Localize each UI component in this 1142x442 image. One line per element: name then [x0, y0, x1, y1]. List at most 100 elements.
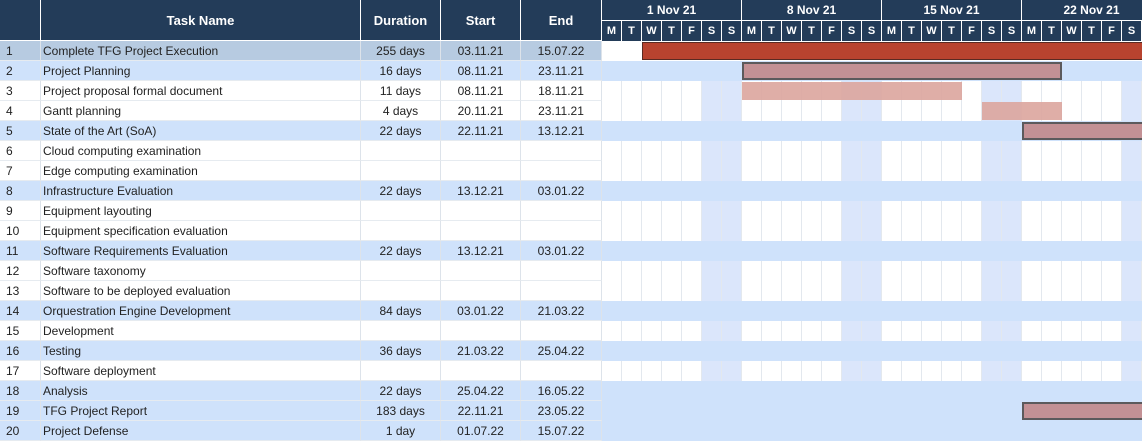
- day-letter: F: [682, 20, 702, 41]
- gantt-row: [602, 281, 1142, 301]
- table-row[interactable]: 17 Software deployment: [0, 361, 602, 381]
- gantt-day-cell: [802, 201, 822, 221]
- row-number: 11: [0, 241, 41, 261]
- task-name: Development: [41, 321, 361, 341]
- gantt-day-cell: [1022, 201, 1042, 221]
- task-duration: [361, 201, 441, 221]
- task-bar[interactable]: [742, 82, 962, 100]
- gantt-row: [602, 261, 1142, 281]
- task-start: 03.11.21: [441, 41, 521, 61]
- row-number: 12: [0, 261, 41, 281]
- end-header[interactable]: End: [521, 0, 602, 40]
- gantt-day-cell: [662, 161, 682, 181]
- gantt-day-cell: [622, 321, 642, 341]
- gantt-day-cell: [822, 201, 842, 221]
- table-row[interactable]: 14 Orquestration Engine Development 84 day…: [0, 301, 602, 321]
- task-start: [441, 201, 521, 221]
- gantt-day-cell: [602, 361, 622, 381]
- gantt-day-cell: [882, 321, 902, 341]
- gantt-day-cell: [922, 321, 942, 341]
- gantt-day-cell: [682, 361, 702, 381]
- gantt-day-cell: [1062, 201, 1082, 221]
- task-name: Software deployment: [41, 361, 361, 381]
- table-row[interactable]: 15 Development: [0, 321, 602, 341]
- task-duration: [361, 221, 441, 241]
- row-number: 7: [0, 161, 41, 181]
- table-row[interactable]: 20 Project Defense 1 day 01.07.22 15.07.22: [0, 421, 602, 441]
- row-number: 9: [0, 201, 41, 221]
- table-row[interactable]: 4 Gantt planning 4 days 20.11.21 23.11.21: [0, 101, 602, 121]
- gantt-day-cell: [882, 221, 902, 241]
- task-name: Software to be deployed evaluation: [41, 281, 361, 301]
- task-bar[interactable]: [1022, 402, 1142, 420]
- start-header[interactable]: Start: [441, 0, 521, 40]
- table-row[interactable]: 10 Equipment specification evaluation: [0, 221, 602, 241]
- table-row[interactable]: 1 Complete TFG Project Execution 255 days 0…: [0, 41, 602, 61]
- task-bar[interactable]: [742, 62, 1062, 80]
- gantt-day-cell: [942, 201, 962, 221]
- gantt-day-cell: [842, 101, 862, 121]
- task-name-header[interactable]: Task Name: [41, 0, 361, 40]
- task-duration: [361, 361, 441, 381]
- table-row[interactable]: 16 Testing 36 days 21.03.22 25.04.22: [0, 341, 602, 361]
- task-bar[interactable]: [982, 102, 1062, 120]
- task-duration: 22 days: [361, 381, 441, 401]
- table-row[interactable]: 9 Equipment layouting: [0, 201, 602, 221]
- gantt-row: [602, 181, 1142, 201]
- task-end: 18.11.21: [521, 81, 602, 101]
- gantt-day-cell: [1102, 141, 1122, 161]
- gantt-day-cell: [762, 161, 782, 181]
- table-row[interactable]: 7 Edge computing examination: [0, 161, 602, 181]
- gantt-day-cell: [1082, 321, 1102, 341]
- gantt-day-cell: [602, 161, 622, 181]
- task-end: 23.11.21: [521, 101, 602, 121]
- task-name: Equipment layouting: [41, 201, 361, 221]
- gantt-day-cell: [602, 281, 622, 301]
- gantt-day-cell: [882, 101, 902, 121]
- gantt-day-cell: [902, 281, 922, 301]
- task-bar[interactable]: [1022, 122, 1142, 140]
- table-row[interactable]: 6 Cloud computing examination: [0, 141, 602, 161]
- day-letter: T: [662, 20, 682, 41]
- week-header: 1 Nov 21: [602, 0, 742, 20]
- table-row[interactable]: 13 Software to be deployed evaluation: [0, 281, 602, 301]
- gantt-day-cell: [842, 361, 862, 381]
- gantt-day-cell: [662, 281, 682, 301]
- table-row[interactable]: 2 Project Planning 16 days 08.11.21 23.11.21: [0, 61, 602, 81]
- gantt-day-cell: [902, 161, 922, 181]
- table-row[interactable]: 19 TFG Project Report 183 days 22.11.21 23.0…: [0, 401, 602, 421]
- gantt-day-cell: [682, 281, 702, 301]
- gantt-day-cell: [762, 221, 782, 241]
- table-row[interactable]: 3 Project proposal formal document 11 days…: [0, 81, 602, 101]
- gantt-day-cell: [942, 281, 962, 301]
- table-row[interactable]: 8 Infrastructure Evaluation 22 days 13.12.2…: [0, 181, 602, 201]
- task-bar[interactable]: [642, 42, 1142, 60]
- duration-header[interactable]: Duration: [361, 0, 441, 40]
- task-end: [521, 201, 602, 221]
- gantt-day-cell: [1122, 261, 1142, 281]
- task-end: [521, 261, 602, 281]
- gantt-day-cell: [1062, 261, 1082, 281]
- table-row[interactable]: 18 Analysis 22 days 25.04.22 16.05.22: [0, 381, 602, 401]
- gantt-day-cell: [742, 141, 762, 161]
- table-row[interactable]: 11 Software Requirements Evaluation 22 day…: [0, 241, 602, 261]
- task-start: 22.11.21: [441, 401, 521, 421]
- gantt-day-cell: [1022, 261, 1042, 281]
- table-row[interactable]: 5 State of the Art (SoA) 22 days 22.11.21 13…: [0, 121, 602, 141]
- gantt-day-cell: [782, 101, 802, 121]
- table-row[interactable]: 12 Software taxonomy: [0, 261, 602, 281]
- gantt-day-cell: [722, 161, 742, 181]
- gantt-day-cell: [602, 261, 622, 281]
- gantt-day-cell: [1082, 261, 1102, 281]
- gantt-day-cell: [1122, 101, 1142, 121]
- gantt-day-cell: [622, 261, 642, 281]
- gantt-day-cell: [862, 281, 882, 301]
- task-duration: 22 days: [361, 181, 441, 201]
- gantt-day-cell: [962, 201, 982, 221]
- day-letter: S: [722, 20, 742, 41]
- gantt-day-cell: [1002, 201, 1022, 221]
- gantt-day-cell: [1062, 361, 1082, 381]
- gantt-day-cell: [722, 221, 742, 241]
- gantt-day-cell: [602, 101, 622, 121]
- task-duration: 22 days: [361, 121, 441, 141]
